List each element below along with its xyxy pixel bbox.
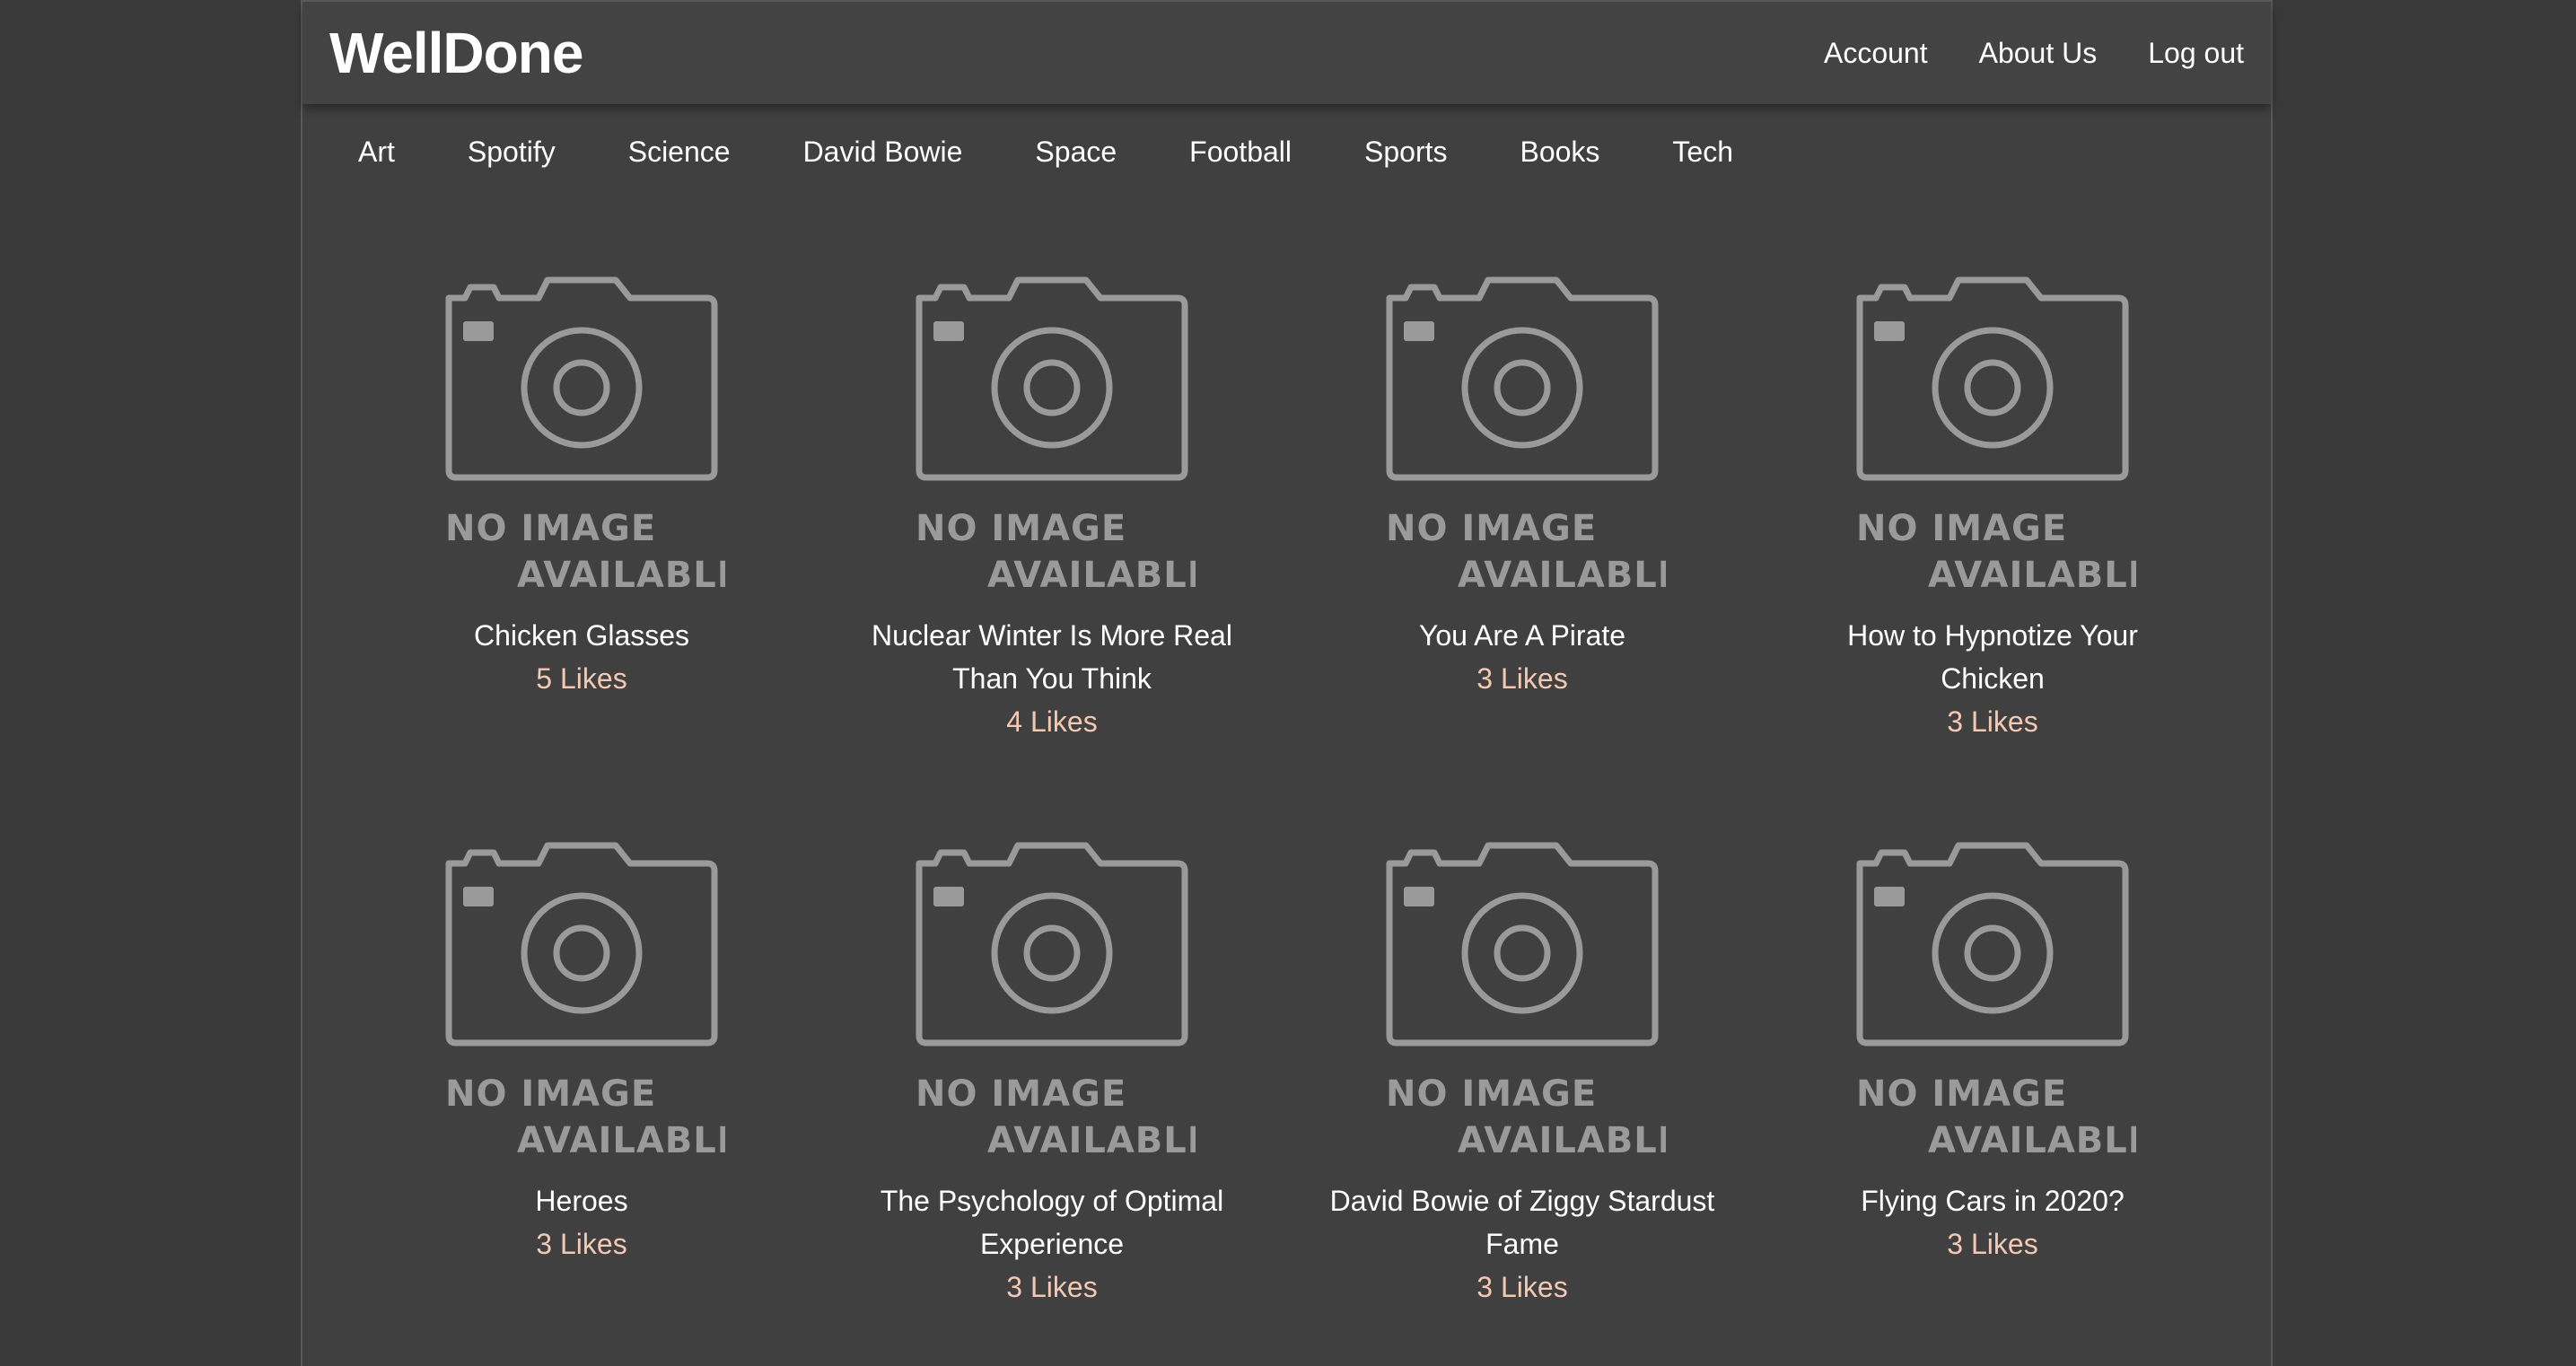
- post-title[interactable]: Chicken Glasses: [384, 614, 779, 657]
- post-card[interactable]: NO IMAGE AVAILABLE How to Hypnotize Your…: [1795, 271, 2190, 743]
- post-likes: 3 Likes: [1476, 662, 1568, 695]
- category-david-bowie[interactable]: David Bowie: [803, 136, 963, 169]
- top-nav: Account About Us Log out: [1773, 37, 2244, 70]
- category-spotify[interactable]: Spotify: [468, 136, 556, 169]
- svg-text:AVAILABLE: AVAILABLE: [1928, 555, 2136, 594]
- svg-text:NO IMAGE: NO IMAGE: [916, 508, 1126, 549]
- post-title[interactable]: David Bowie of Ziggy Stardust Fame: [1325, 1179, 1720, 1265]
- post-title[interactable]: You Are A Pirate: [1325, 614, 1720, 657]
- svg-text:AVAILABLE: AVAILABLE: [987, 555, 1196, 594]
- svg-text:AVAILABLE: AVAILABLE: [987, 1120, 1196, 1160]
- svg-text:NO IMAGE: NO IMAGE: [445, 1073, 656, 1115]
- svg-text:NO IMAGE: NO IMAGE: [1856, 508, 2067, 549]
- post-card[interactable]: NO IMAGE AVAILABLE You Are A Pirate 3 Li…: [1325, 271, 1720, 700]
- no-image-placeholder-icon: NO IMAGE AVAILABLE: [916, 276, 1196, 594]
- category-sports[interactable]: Sports: [1364, 136, 1447, 169]
- log-out-link[interactable]: Log out: [2148, 37, 2244, 70]
- svg-text:AVAILABLE: AVAILABLE: [1458, 555, 1666, 594]
- post-title[interactable]: How to Hypnotize Your Chicken: [1795, 614, 2190, 700]
- post-likes: 4 Likes: [1006, 705, 1098, 738]
- post-likes: 3 Likes: [1006, 1271, 1098, 1303]
- no-image-placeholder-icon: NO IMAGE AVAILABLE: [445, 276, 725, 594]
- svg-text:AVAILABLE: AVAILABLE: [517, 1120, 725, 1160]
- post-card[interactable]: NO IMAGE AVAILABLE Nuclear Winter Is Mor…: [854, 271, 1249, 743]
- svg-text:NO IMAGE: NO IMAGE: [445, 508, 656, 549]
- svg-text:NO IMAGE: NO IMAGE: [916, 1073, 1126, 1115]
- no-image-placeholder-icon: NO IMAGE AVAILABLE: [445, 842, 725, 1160]
- svg-text:AVAILABLE: AVAILABLE: [1458, 1120, 1666, 1160]
- post-likes: 3 Likes: [1947, 1228, 2038, 1260]
- site-header: WellDone Account About Us Log out: [302, 2, 2271, 104]
- page-container: WellDone Account About Us Log out Art Sp…: [301, 0, 2273, 1366]
- post-likes: 3 Likes: [1947, 705, 2038, 738]
- no-image-placeholder-icon: NO IMAGE AVAILABLE: [1386, 842, 1666, 1160]
- post-title[interactable]: Nuclear Winter Is More Real Than You Thi…: [854, 614, 1249, 700]
- post-card[interactable]: NO IMAGE AVAILABLE David Bowie of Ziggy …: [1325, 836, 1720, 1309]
- no-image-placeholder-icon: NO IMAGE AVAILABLE: [1856, 842, 2136, 1160]
- svg-text:NO IMAGE: NO IMAGE: [1856, 1073, 2067, 1115]
- post-likes: 3 Likes: [536, 1228, 627, 1260]
- category-tech[interactable]: Tech: [1672, 136, 1733, 169]
- post-likes: 5 Likes: [536, 662, 627, 695]
- post-card[interactable]: NO IMAGE AVAILABLE Heroes 3 Likes: [384, 836, 779, 1265]
- account-link[interactable]: Account: [1824, 37, 1928, 70]
- post-title[interactable]: Flying Cars in 2020?: [1795, 1179, 2190, 1222]
- no-image-placeholder-icon: NO IMAGE AVAILABLE: [1856, 276, 2136, 594]
- no-image-placeholder-icon: NO IMAGE AVAILABLE: [1386, 276, 1666, 594]
- category-nav: Art Spotify Science David Bowie Space Fo…: [302, 104, 2271, 199]
- post-title[interactable]: Heroes: [384, 1179, 779, 1222]
- post-card[interactable]: NO IMAGE AVAILABLE Flying Cars in 2020? …: [1795, 836, 2190, 1265]
- svg-text:AVAILABLE: AVAILABLE: [1928, 1120, 2136, 1160]
- post-card[interactable]: NO IMAGE AVAILABLE Chicken Glasses 5 Lik…: [384, 271, 779, 700]
- svg-text:AVAILABLE: AVAILABLE: [517, 555, 725, 594]
- category-books[interactable]: Books: [1520, 136, 1599, 169]
- svg-text:NO IMAGE: NO IMAGE: [1386, 508, 1597, 549]
- category-art[interactable]: Art: [358, 136, 395, 169]
- post-title[interactable]: The Psychology of Optimal Experience: [854, 1179, 1249, 1265]
- about-us-link[interactable]: About Us: [1979, 37, 2098, 70]
- post-card[interactable]: NO IMAGE AVAILABLE The Psychology of Opt…: [854, 836, 1249, 1309]
- site-logo[interactable]: WellDone: [329, 20, 583, 86]
- no-image-placeholder-icon: NO IMAGE AVAILABLE: [916, 842, 1196, 1160]
- category-science[interactable]: Science: [628, 136, 731, 169]
- svg-text:NO IMAGE: NO IMAGE: [1386, 1073, 1597, 1115]
- post-likes: 3 Likes: [1476, 1271, 1568, 1303]
- category-space[interactable]: Space: [1035, 136, 1117, 169]
- category-football[interactable]: Football: [1189, 136, 1292, 169]
